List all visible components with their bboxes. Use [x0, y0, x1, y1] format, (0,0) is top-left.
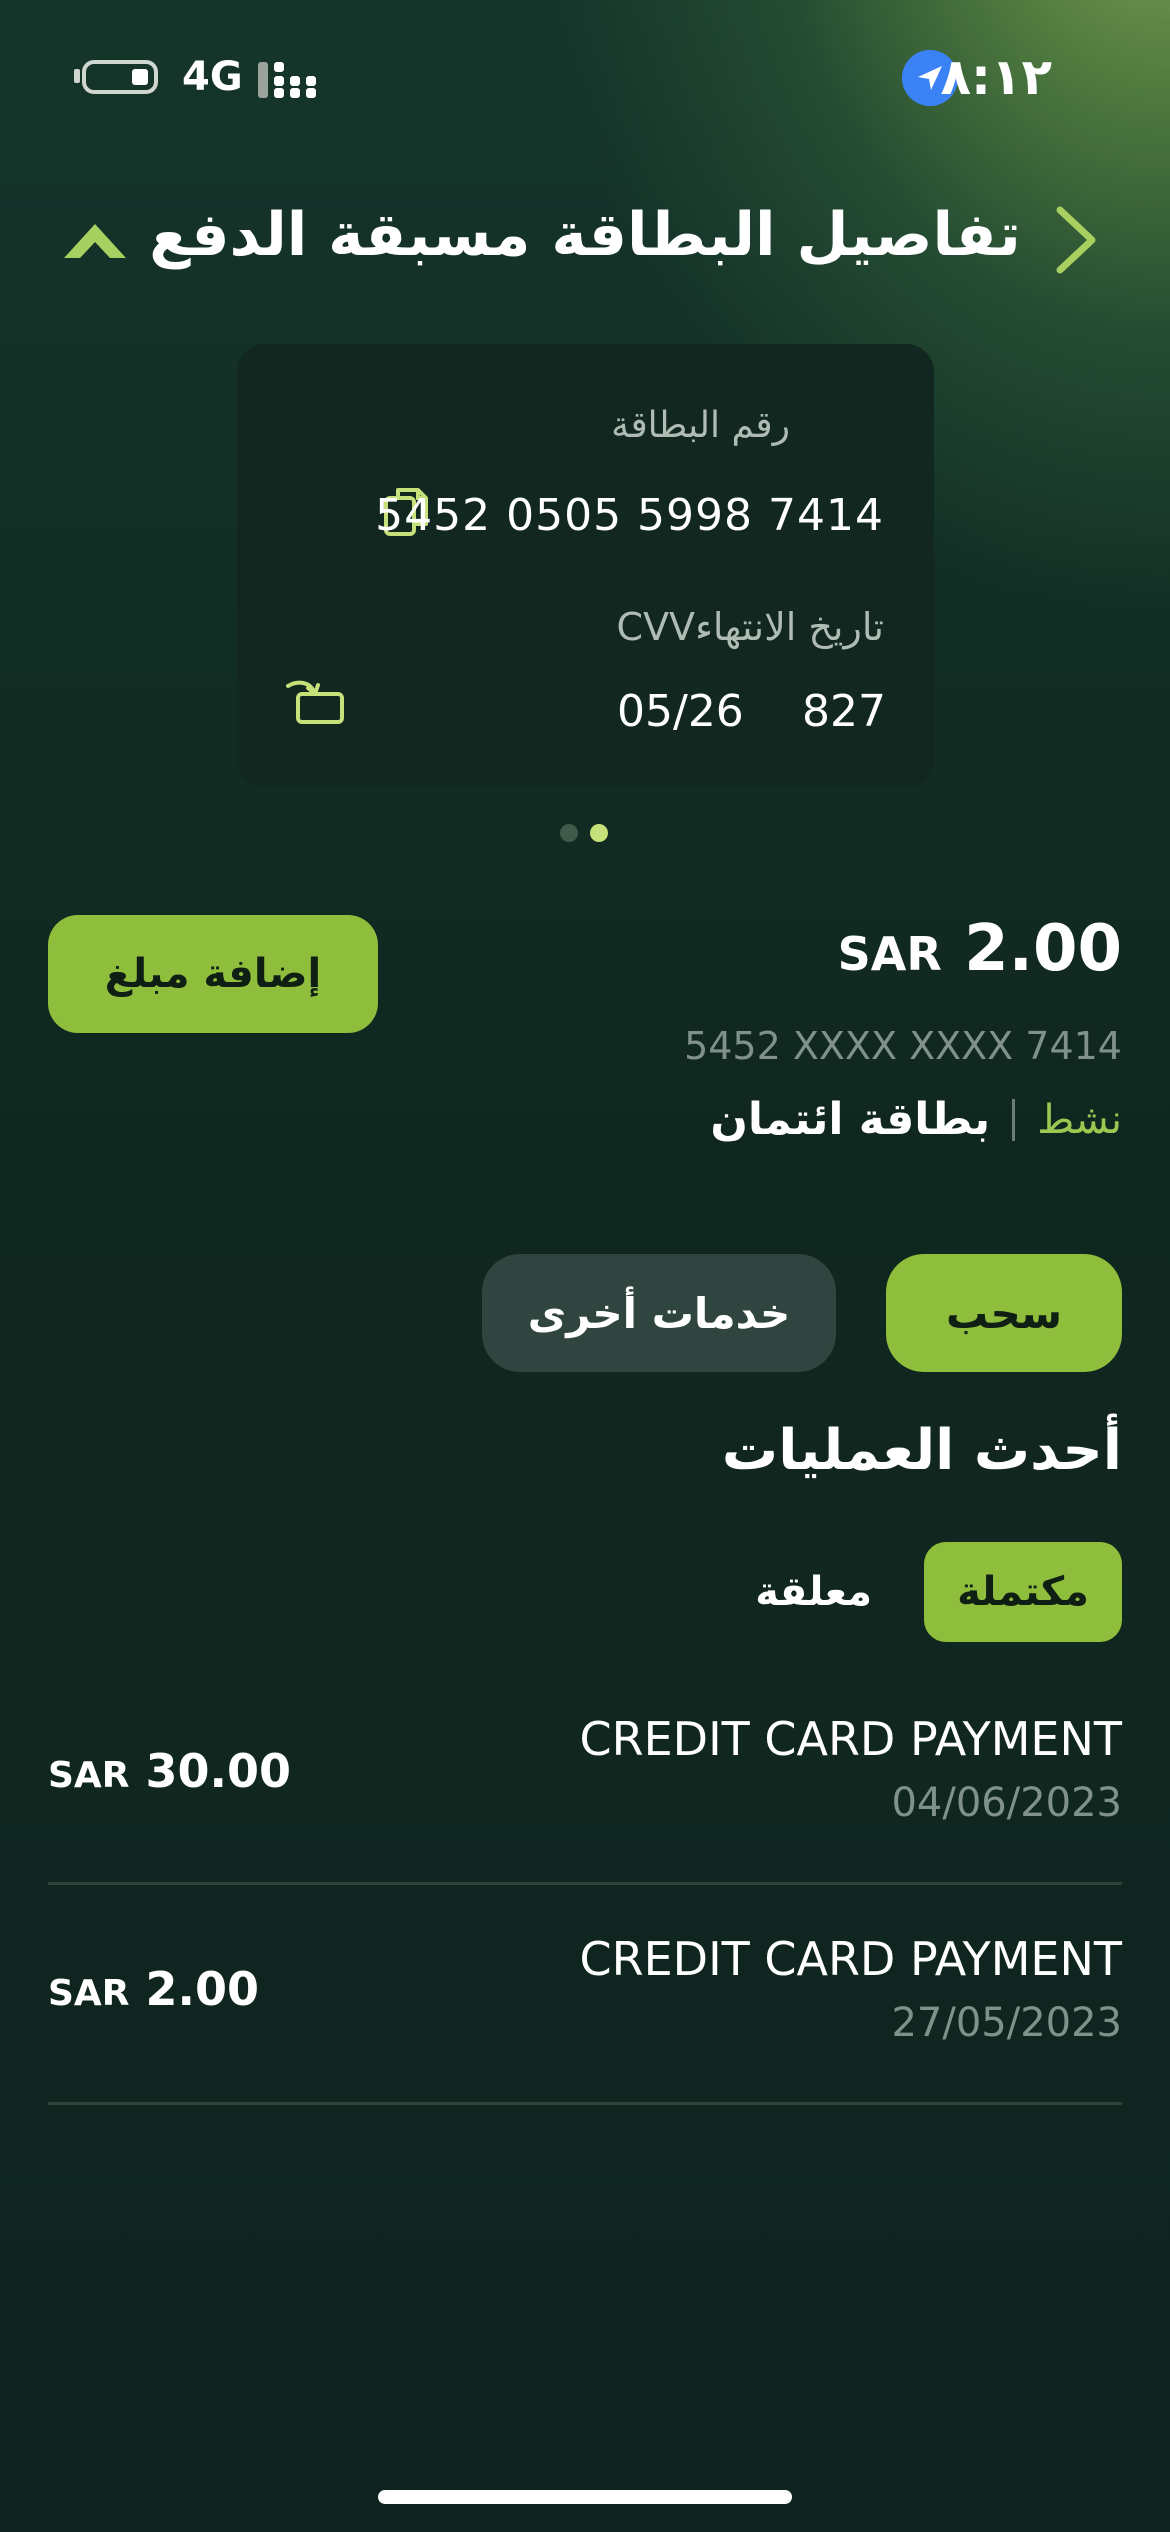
- masked-card-number: 5452 XXXX XXXX 7414: [684, 1024, 1122, 1068]
- card-page-dot-1[interactable]: [560, 824, 578, 842]
- card-type: بطاقة ائتمان: [710, 1094, 991, 1145]
- cvv-value: 827: [802, 686, 886, 737]
- transaction-amount: SAR 2.00: [48, 1962, 259, 2016]
- collapse-chevron-icon[interactable]: [60, 212, 130, 272]
- divider: [1012, 1098, 1016, 1141]
- transaction-value: 2.00: [145, 1962, 260, 2016]
- tab-pending[interactable]: معلقة: [755, 1542, 872, 1642]
- withdraw-button[interactable]: سحب: [886, 1254, 1122, 1372]
- expiry-cvv-label: تاريخ الانتهاءCVV: [616, 605, 884, 649]
- transaction-currency: SAR: [48, 1973, 130, 2014]
- card-type-row: بطاقة ائتمان نشط: [710, 1094, 1122, 1145]
- transaction-separator: [48, 1882, 1122, 1885]
- flip-card-icon[interactable]: [284, 676, 346, 728]
- card-number: 5452 0505 5998 7414: [375, 490, 884, 541]
- battery-icon: [82, 60, 158, 94]
- transaction-separator: [48, 2102, 1122, 2105]
- transaction-amount: SAR 30.00: [48, 1744, 291, 1798]
- transaction-date: 27/05/2023: [891, 2000, 1122, 2046]
- tab-completed[interactable]: مكتملة: [924, 1542, 1122, 1642]
- transaction-value: 30.00: [145, 1744, 292, 1798]
- transaction-date: 04/06/2023: [891, 1780, 1122, 1826]
- card-page-dot-2[interactable]: [590, 824, 608, 842]
- balance-amount: SAR 2.00: [838, 912, 1122, 986]
- network-label: 4G: [182, 54, 243, 100]
- signal-icon: [258, 62, 316, 98]
- transaction-title: CREDIT CARD PAYMENT: [579, 1712, 1123, 1766]
- add-amount-button[interactable]: إضافة مبلغ: [48, 915, 378, 1033]
- transaction-title: CREDIT CARD PAYMENT: [579, 1932, 1123, 1986]
- other-services-button[interactable]: خدمات أخرى: [482, 1254, 836, 1372]
- balance-value: 2.00: [964, 912, 1122, 986]
- status-time: ٨:١٢: [940, 48, 1052, 106]
- home-indicator[interactable]: [378, 2490, 792, 2504]
- recent-transactions-title: أحدث العمليات: [721, 1418, 1122, 1483]
- card-status: نشط: [1037, 1096, 1122, 1143]
- transaction-currency: SAR: [48, 1755, 130, 1796]
- battery-tip: [74, 69, 80, 83]
- expiry-date: 05/26: [617, 686, 744, 737]
- card-number-label: رقم البطاقة: [611, 405, 790, 446]
- page-title: تفاصيل البطاقة مسبقة الدفع: [149, 200, 1021, 270]
- balance-currency: SAR: [837, 927, 942, 981]
